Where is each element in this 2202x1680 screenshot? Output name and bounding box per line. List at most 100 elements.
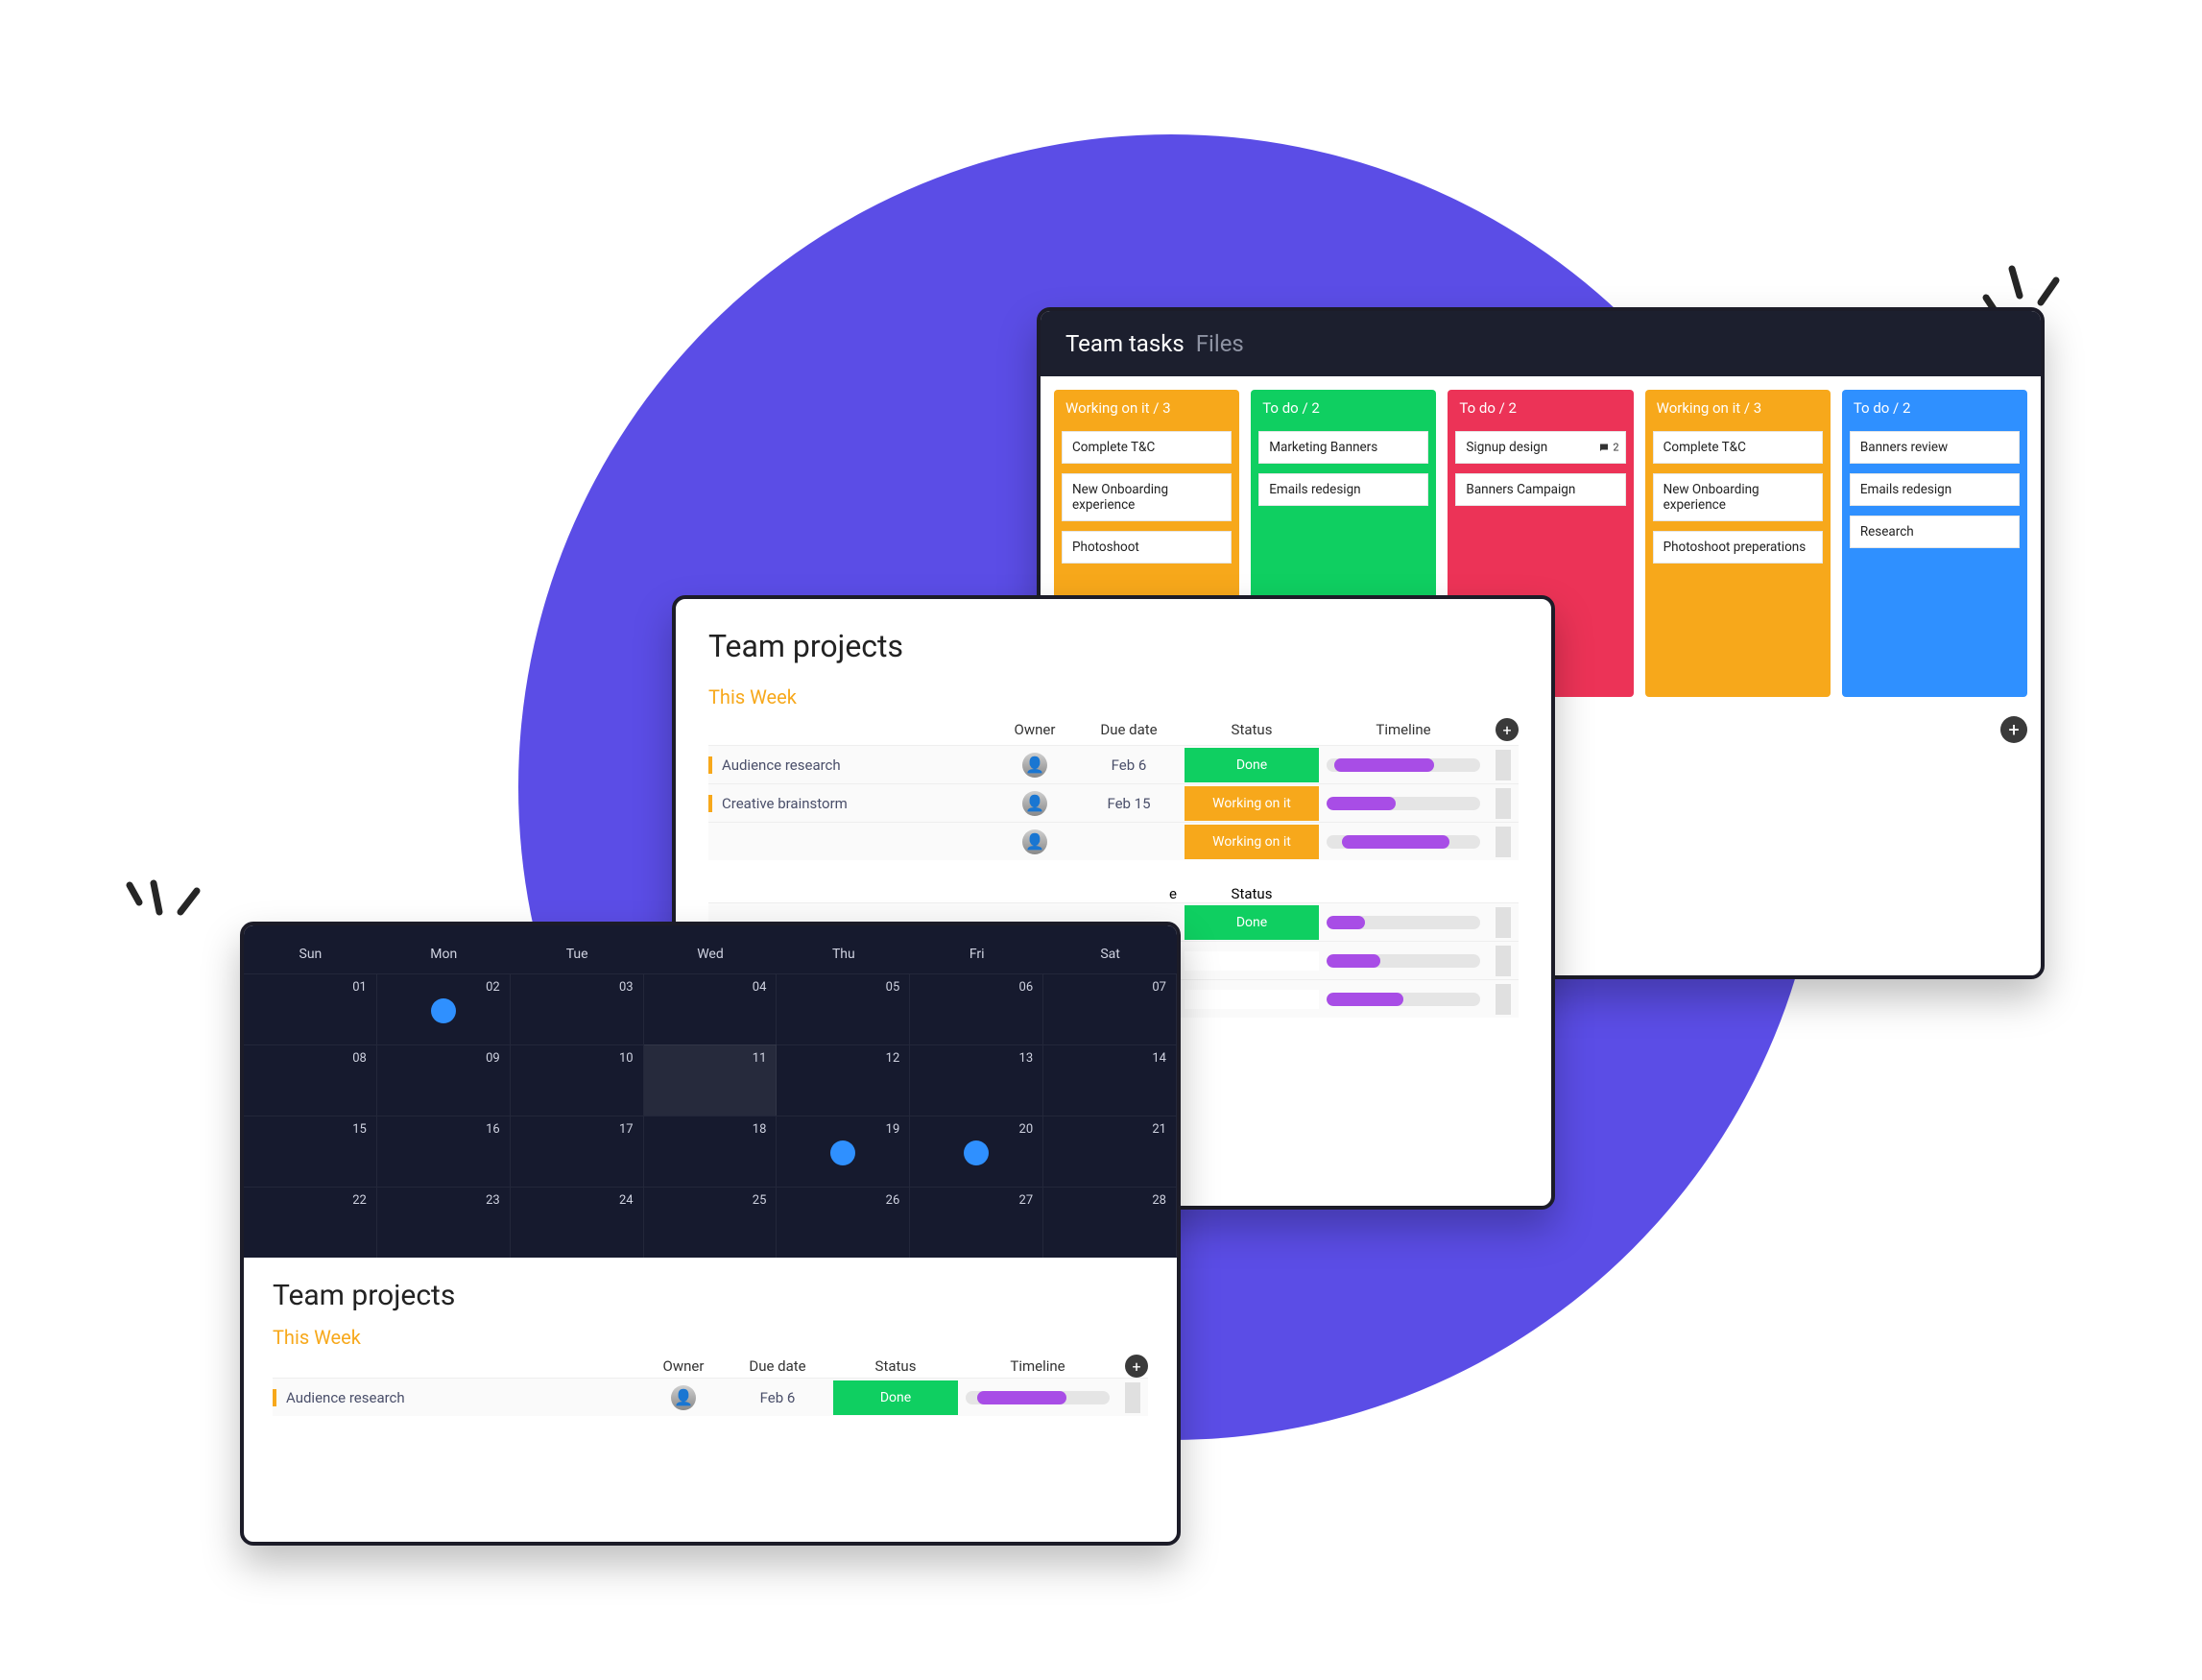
kanban-column-header: Working on it / 3: [1645, 390, 1831, 426]
kanban-column-header: To do / 2: [1251, 390, 1436, 426]
comment-icon[interactable]: 2: [1598, 442, 1618, 454]
add-button[interactable]: +: [1125, 1355, 1148, 1378]
calendar-cell[interactable]: 19: [777, 1116, 910, 1187]
kanban-column[interactable]: To do / 2 Banners review Emails redesign Re…: [1842, 390, 2027, 697]
calendar-cell[interactable]: 07: [1043, 973, 1177, 1044]
timeline-bar[interactable]: [1327, 916, 1480, 929]
calendar-cell[interactable]: 18: [644, 1116, 778, 1187]
timeline-bar[interactable]: [966, 1391, 1110, 1404]
calendar-cell[interactable]: 12: [777, 1044, 910, 1116]
timeline-bar[interactable]: [1327, 758, 1480, 772]
calendar-cell[interactable]: 10: [511, 1044, 644, 1116]
kanban-card[interactable]: Photoshoot preperations: [1653, 531, 1823, 564]
row-handle[interactable]: [1496, 984, 1511, 1015]
calendar-date-number: 19: [886, 1122, 900, 1137]
timeline-bar[interactable]: [1327, 993, 1480, 1006]
row-handle[interactable]: [1496, 750, 1511, 780]
status-pill[interactable]: [1185, 951, 1319, 971]
calendar-cell[interactable]: 13: [910, 1044, 1043, 1116]
status-pill[interactable]: Working on it: [1185, 786, 1319, 821]
calendar-day-label: Mon: [377, 939, 511, 973]
calendar-cell[interactable]: 24: [511, 1187, 644, 1258]
projects-table: Owner Due date Status Timeline + Audienc…: [708, 714, 1519, 860]
kanban-card[interactable]: Marketing Banners: [1258, 431, 1428, 464]
calendar-cell[interactable]: 03: [511, 973, 644, 1044]
row-handle[interactable]: [1125, 1382, 1140, 1413]
calendar-cell[interactable]: 23: [377, 1187, 511, 1258]
kanban-card[interactable]: Emails redesign: [1850, 473, 2020, 506]
kanban-card[interactable]: Research: [1850, 516, 2020, 548]
calendar-event-dot[interactable]: [431, 998, 456, 1023]
kanban-card[interactable]: Emails redesign: [1258, 473, 1428, 506]
col-due: Due date: [1081, 721, 1177, 738]
projects-section-label: This Week: [708, 685, 1519, 708]
calendar-cell[interactable]: 21: [1043, 1116, 1177, 1187]
calendar-cell[interactable]: 20: [910, 1116, 1043, 1187]
calendar-date-number: 01: [352, 980, 367, 995]
table-row[interactable]: Creative brainstormFeb 15Working on it: [708, 783, 1519, 822]
subhead-e: e: [1081, 885, 1177, 902]
kanban-card[interactable]: Banners review: [1850, 431, 2020, 464]
calendar-cell[interactable]: 26: [777, 1187, 910, 1258]
status-pill[interactable]: Done: [833, 1380, 958, 1415]
calendar-cell[interactable]: 02: [377, 973, 511, 1044]
kanban-card[interactable]: Complete T&C: [1062, 431, 1232, 464]
timeline-bar[interactable]: [1327, 797, 1480, 810]
table-row[interactable]: Audience researchFeb 6Done: [708, 745, 1519, 783]
row-handle[interactable]: [1496, 946, 1511, 976]
task-name: Audience research: [273, 1389, 637, 1406]
col-due: Due date: [730, 1357, 826, 1375]
calendar-cell[interactable]: 28: [1043, 1187, 1177, 1258]
calendar-cell[interactable]: 14: [1043, 1044, 1177, 1116]
calendar-date-number: 05: [886, 980, 900, 995]
status-pill[interactable]: Working on it: [1185, 825, 1319, 859]
kanban-card[interactable]: New Onboarding experience: [1653, 473, 1823, 521]
table-row[interactable]: Working on it: [708, 822, 1519, 860]
calendar-projects-columns: Owner Due date Status Timeline +: [273, 1355, 1148, 1378]
calendar-cell[interactable]: 06: [910, 973, 1043, 1044]
calendar-day-label: Wed: [644, 939, 778, 973]
status-pill[interactable]: Done: [1185, 905, 1319, 940]
calendar-date-number: 23: [486, 1193, 500, 1208]
kanban-card[interactable]: Banners Campaign: [1455, 473, 1625, 506]
calendar-date-number: 06: [1019, 980, 1034, 995]
owner-avatar: [996, 791, 1073, 816]
owner-avatar: [996, 829, 1073, 854]
row-handle[interactable]: [1496, 788, 1511, 819]
calendar-cell[interactable]: 25: [644, 1187, 778, 1258]
calendar-cell[interactable]: 22: [244, 1187, 377, 1258]
calendar-cell[interactable]: 11: [644, 1044, 778, 1116]
calendar-date-number: 02: [486, 980, 500, 995]
calendar-cell[interactable]: 17: [511, 1116, 644, 1187]
status-pill[interactable]: Done: [1185, 748, 1319, 782]
status-pill[interactable]: [1185, 990, 1319, 1009]
subhead-status: Status: [1185, 885, 1319, 902]
avatar-icon: [1022, 791, 1047, 816]
calendar-event-dot[interactable]: [830, 1140, 855, 1165]
calendar-date-number: 17: [619, 1122, 634, 1137]
kanban-card[interactable]: Photoshoot: [1062, 531, 1232, 564]
kanban-column-header: Working on it / 3: [1054, 390, 1239, 426]
calendar-date-number: 10: [619, 1051, 634, 1066]
add-button[interactable]: +: [2000, 716, 2027, 743]
kanban-column-header: To do / 2: [1842, 390, 2027, 426]
kanban-card[interactable]: Complete T&C: [1653, 431, 1823, 464]
calendar-cell[interactable]: 16: [377, 1116, 511, 1187]
calendar-cell[interactable]: 04: [644, 973, 778, 1044]
timeline-bar[interactable]: [1327, 954, 1480, 968]
calendar-event-dot[interactable]: [964, 1140, 989, 1165]
calendar-cell[interactable]: 01: [244, 973, 377, 1044]
calendar-cell[interactable]: 27: [910, 1187, 1043, 1258]
row-handle[interactable]: [1496, 907, 1511, 938]
kanban-card[interactable]: New Onboarding experience: [1062, 473, 1232, 521]
calendar-cell[interactable]: 08: [244, 1044, 377, 1116]
calendar-cell[interactable]: 15: [244, 1116, 377, 1187]
table-row[interactable]: Audience research Feb 6 Done: [273, 1378, 1148, 1416]
kanban-column[interactable]: Working on it / 3 Complete T&C New Onboard…: [1645, 390, 1831, 697]
add-button[interactable]: +: [1496, 718, 1519, 741]
row-handle[interactable]: [1496, 827, 1511, 857]
calendar-cell[interactable]: 09: [377, 1044, 511, 1116]
kanban-card[interactable]: Signup design2: [1455, 431, 1625, 464]
calendar-cell[interactable]: 05: [777, 973, 910, 1044]
timeline-bar[interactable]: [1327, 835, 1480, 849]
